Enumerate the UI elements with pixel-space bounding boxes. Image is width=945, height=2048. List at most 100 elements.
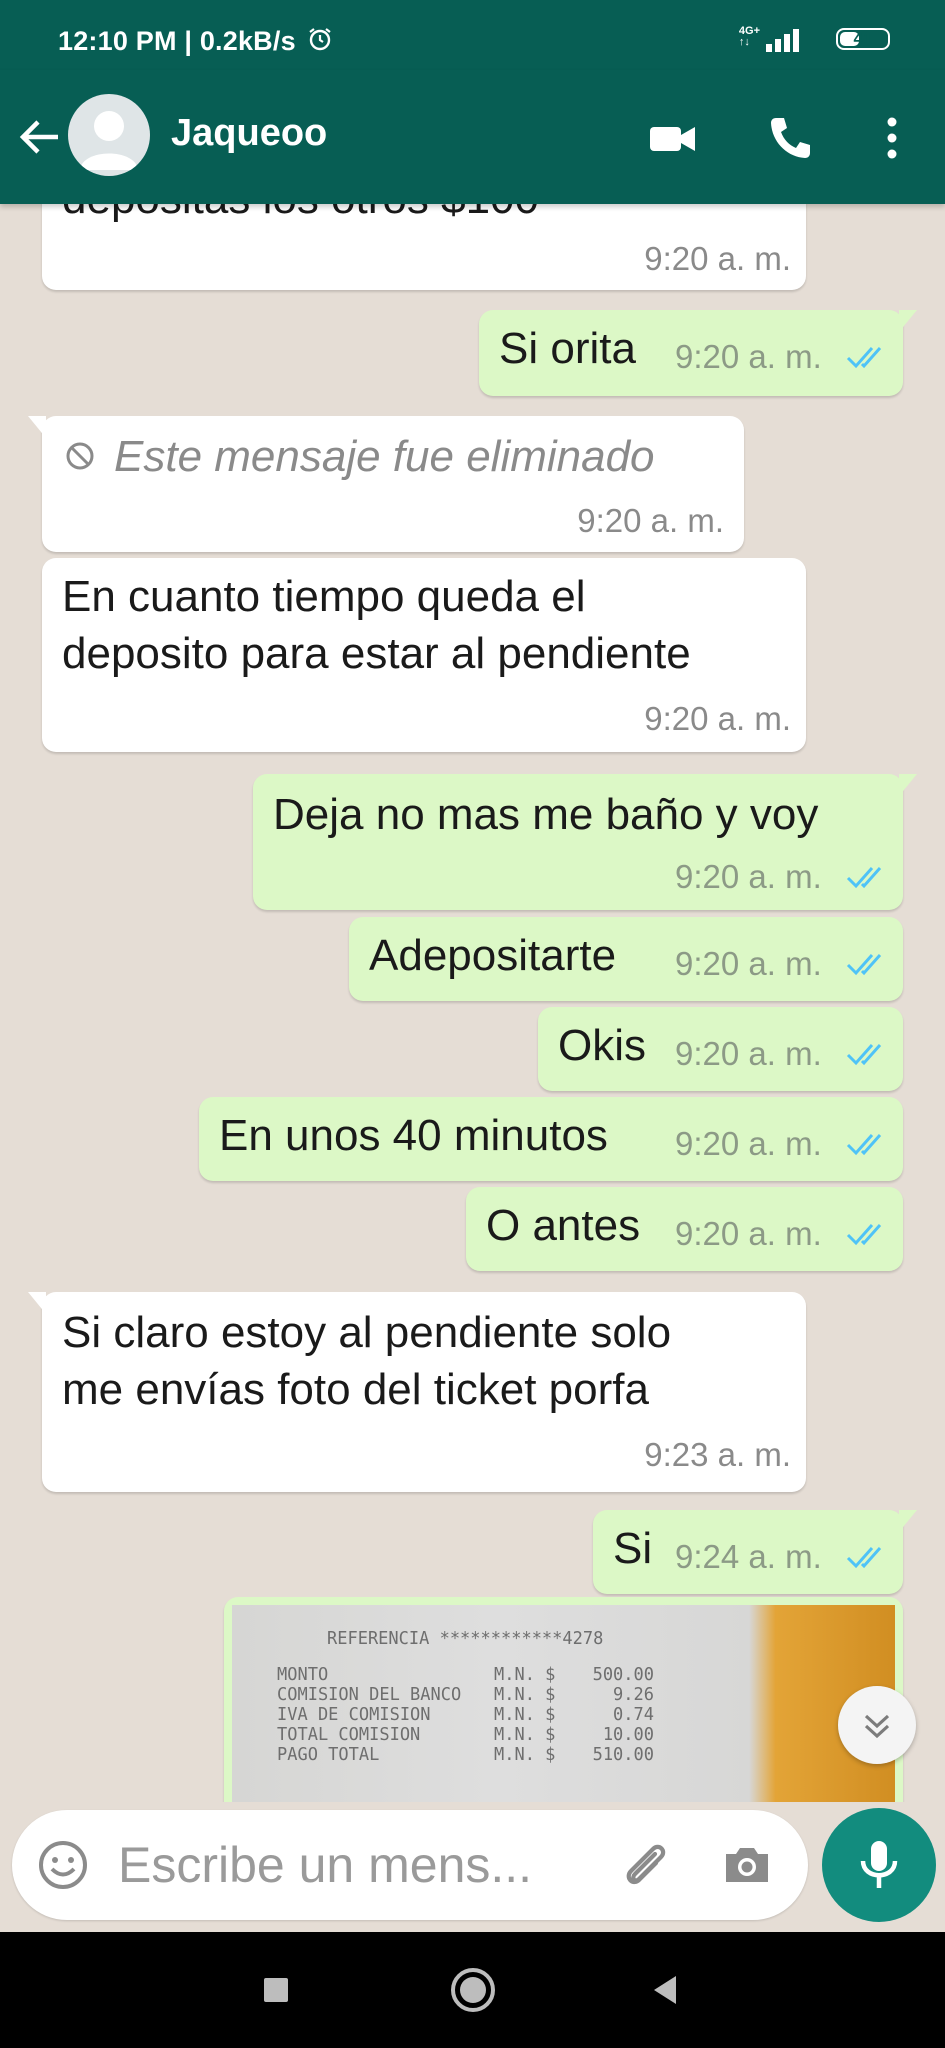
read-receipt-icon [846,867,882,889]
message-text: depositas los otros $100 [62,204,539,227]
message-composer [12,1810,808,1920]
square-icon [264,1978,288,2002]
message-time: 9:20 a. m. [644,700,791,737]
bubble-tail [899,1510,917,1532]
attach-icon[interactable] [616,1836,674,1894]
microphone-icon [860,1841,898,1888]
receipt-row-currency: M.N. $ [494,1724,556,1746]
network-type: 4G+ ↑↓ [739,26,760,48]
message-text: Este mensaje fue eliminado [114,432,655,481]
message-incoming[interactable]: En cuanto tiempo queda el deposito para … [42,558,806,752]
receipt-row-label: COMISION DEL BANCO [277,1684,462,1706]
message-time: 9:20 a. m. [675,945,822,982]
bubble-tail [28,416,46,438]
receipt-row-amount: 9.26 [613,1684,654,1706]
receipt-row-currency: M.N. $ [494,1684,556,1706]
more-options-icon [887,117,897,159]
receipt-reference: REFERENCIA ************4278 [327,1628,604,1650]
bubble-tail [28,1292,46,1314]
message-outgoing[interactable]: En unos 40 minutos 9:20 a. m. [199,1097,903,1181]
read-receipt-icon [846,1547,882,1569]
back-triangle-icon [654,1976,676,2004]
receipt-row-currency: M.N. $ [494,1704,556,1726]
receipt-row-currency: M.N. $ [494,1744,556,1766]
network-arrows: ↑↓ [738,36,750,48]
message-time: 9:20 a. m. [675,1035,822,1072]
avatar-icon [80,111,138,170]
message-outgoing[interactable]: Si 9:24 a. m. [593,1510,917,1594]
home-circle-icon [451,1968,495,2012]
message-text-line: me envías foto del ticket porfa [62,1365,649,1414]
message-text: Adepositarte [369,931,617,980]
home-button[interactable] [445,1962,501,2018]
message-incoming-deleted[interactable]: Este mensaje fue eliminado 9:20 a. m. [28,416,744,552]
message-text: Si orita [499,324,636,373]
receipt-row-label: IVA DE COMISION [277,1704,431,1726]
contact-name[interactable]: Jaqueoo [171,112,327,155]
message-outgoing[interactable]: Adepositarte 9:20 a. m. [349,917,903,1001]
receipt-row-amount: 500.00 [592,1664,654,1686]
voice-message-button[interactable] [822,1808,936,1922]
read-receipt-icon [846,1044,882,1066]
status-time-text: 12:10 PM | 0.2kB/s [58,26,296,56]
phone-icon [771,118,810,158]
scroll-to-bottom-button[interactable] [838,1686,916,1764]
double-chevron-down-icon [864,1714,890,1739]
chat-messages[interactable]: depositas los otros $100 9:20 a. m. Si o… [0,204,945,1802]
message-time: 9:24 a. m. [675,1538,822,1575]
message-text: En unos 40 minutos [219,1111,608,1160]
read-receipt-icon [846,954,882,976]
receipt-row-amount: 0.74 [613,1704,654,1726]
camera-icon[interactable] [718,1836,776,1894]
receipt-photo[interactable]: REFERENCIA ************4278 MONTO COMISI… [232,1605,895,1802]
message-text: O antes [486,1201,641,1250]
status-bar: 12:10 PM | 0.2kB/s 4G+ ↑↓ 41 [0,0,945,70]
read-receipt-icon [846,1224,882,1246]
message-outgoing-image[interactable]: REFERENCIA ************4278 MONTO COMISI… [224,1597,903,1802]
avatar[interactable] [68,94,150,176]
read-receipt-icon [846,347,882,369]
message-outgoing[interactable]: O antes 9:20 a. m. [466,1187,903,1271]
battery-text: 41 [853,29,873,48]
emoji-icon[interactable] [36,1838,90,1892]
message-text: Okis [558,1021,646,1070]
battery-icon: 41 [836,28,890,50]
receipt-row-currency: M.N. $ [494,1664,556,1686]
message-text: Deja no mas me baño y voy [273,790,819,839]
video-call-button[interactable] [645,110,701,166]
message-input[interactable] [116,1834,600,1896]
message-time: 9:20 a. m. [675,1215,822,1252]
receipt-row-label: TOTAL COMISION [277,1724,421,1746]
system-navigation-bar [0,1932,945,2048]
message-time: 9:20 a. m. [675,1125,822,1162]
message-outgoing[interactable]: Deja no mas me baño y voy 9:20 a. m. [253,774,917,910]
message-time: 9:20 a. m. [675,338,822,375]
message-text-line: deposito para estar al pendiente [62,629,691,678]
more-options-button[interactable] [864,110,920,166]
voice-call-button[interactable] [762,110,818,166]
message-incoming[interactable]: depositas los otros $100 9:20 a. m. [42,204,806,290]
message-text-line: Si claro estoy al pendiente solo [62,1308,672,1357]
video-call-icon [650,127,695,151]
receipt-row-amount: 510.00 [592,1744,654,1766]
message-time: 9:20 a. m. [577,502,724,539]
back-nav-button[interactable] [638,1962,694,2018]
chat-header: Jaqueoo [0,70,945,204]
back-button[interactable] [14,112,64,162]
message-time: 9:20 a. m. [675,858,822,895]
message-incoming[interactable]: Si claro estoy al pendiente solo me enví… [28,1292,806,1492]
alarm-icon [307,26,333,59]
bubble-tail [899,774,917,796]
bubble-tail [899,310,917,332]
receipt-row-amount: 10.00 [602,1724,654,1746]
message-text: Si [613,1524,653,1573]
message-outgoing[interactable]: Si orita 9:20 a. m. [479,310,917,396]
read-receipt-icon [846,1134,882,1156]
receipt-row-label: PAGO TOTAL [277,1744,380,1766]
back-arrow-icon [19,120,58,154]
recents-button[interactable] [248,1962,304,2018]
message-outgoing[interactable]: Okis 9:20 a. m. [538,1007,903,1091]
receipt-row-label: MONTO [277,1664,329,1686]
status-time: 12:10 PM | 0.2kB/s [58,26,333,59]
message-time: 9:20 a. m. [644,240,791,277]
